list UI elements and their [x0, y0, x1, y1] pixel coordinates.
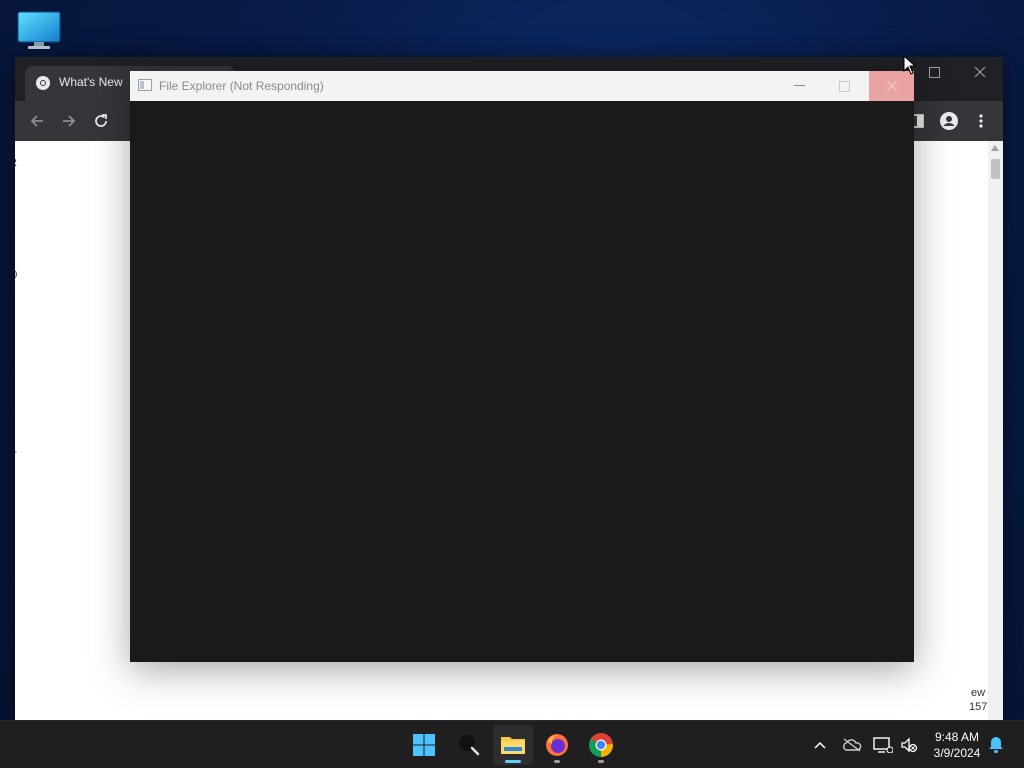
notifications-button[interactable] [986, 735, 1006, 755]
taskbar-firefox[interactable] [537, 725, 577, 765]
running-app-indicator [554, 760, 560, 763]
active-app-indicator [505, 760, 521, 763]
close-button[interactable] [869, 71, 914, 101]
windows-logo-icon [413, 734, 435, 756]
taskbar-chrome[interactable] [581, 725, 621, 765]
show-hidden-icons-button[interactable] [810, 735, 830, 755]
folder-icon [501, 737, 525, 754]
reload-icon [95, 114, 107, 127]
firefox-icon [546, 734, 568, 756]
maximize-icon [839, 80, 850, 92]
page-text-fragment: 157 [969, 701, 988, 713]
arrow-right-icon [63, 115, 76, 127]
window-title: File Explorer (Not Responding) [159, 79, 324, 93]
profile-icon [940, 112, 958, 130]
volume-tray-button[interactable] [899, 735, 919, 755]
search-icon [459, 735, 480, 756]
onedrive-tray-button[interactable] [842, 735, 862, 755]
mouse-cursor-icon [903, 55, 917, 75]
maximize-icon [928, 66, 940, 78]
start-button[interactable] [404, 725, 444, 765]
page-text-fragment: ew [971, 687, 986, 699]
page-text-fragment: R [15, 156, 17, 170]
chrome-menu-button[interactable] [969, 109, 993, 133]
taskbar-clock[interactable]: 9:48 AM 3/9/2024 [926, 729, 988, 761]
cloud-offline-icon [843, 738, 862, 752]
maximize-button[interactable] [822, 71, 867, 101]
close-icon [886, 80, 897, 92]
running-app-indicator [598, 760, 604, 763]
volume-muted-icon [901, 737, 918, 753]
more-vertical-icon [979, 114, 983, 128]
chrome-tab-label: What's New [59, 75, 123, 89]
chrome-favicon-icon [35, 75, 51, 91]
close-icon [974, 66, 986, 78]
clock-time: 9:48 AM [934, 730, 980, 744]
page-text-fragment: T [15, 449, 17, 463]
profile-button[interactable] [937, 109, 961, 133]
chrome-close-button[interactable] [957, 57, 1003, 87]
file-explorer-titlebar[interactable]: File Explorer (Not Responding) [130, 71, 914, 101]
monitor-icon [17, 11, 61, 49]
scroll-up-icon[interactable] [991, 145, 999, 151]
page-scrollbar[interactable] [988, 141, 1003, 720]
network-tray-button[interactable] [873, 735, 893, 755]
chevron-up-icon [814, 741, 826, 749]
this-pc-desktop-icon[interactable] [16, 10, 62, 52]
taskbar: 9:48 AM 3/9/2024 [0, 720, 1024, 768]
minimize-button[interactable] [777, 71, 822, 101]
taskbar-file-explorer[interactable] [493, 725, 533, 765]
file-explorer-window[interactable]: File Explorer (Not Responding) [130, 71, 914, 662]
chrome-maximize-button[interactable] [911, 57, 957, 87]
chrome-icon [589, 733, 613, 757]
reload-button[interactable] [89, 109, 113, 133]
window-app-icon [138, 79, 152, 91]
network-icon [873, 737, 893, 753]
taskbar-search-button[interactable] [449, 725, 489, 765]
arrow-left-icon [30, 115, 43, 127]
back-button[interactable] [25, 109, 49, 133]
bell-icon [989, 737, 1003, 753]
scroll-thumb[interactable] [991, 159, 1000, 179]
forward-button[interactable] [57, 109, 81, 133]
clock-date: 3/9/2024 [933, 746, 981, 760]
minimize-icon [794, 85, 805, 86]
page-text-fragment: 20 [15, 268, 17, 282]
